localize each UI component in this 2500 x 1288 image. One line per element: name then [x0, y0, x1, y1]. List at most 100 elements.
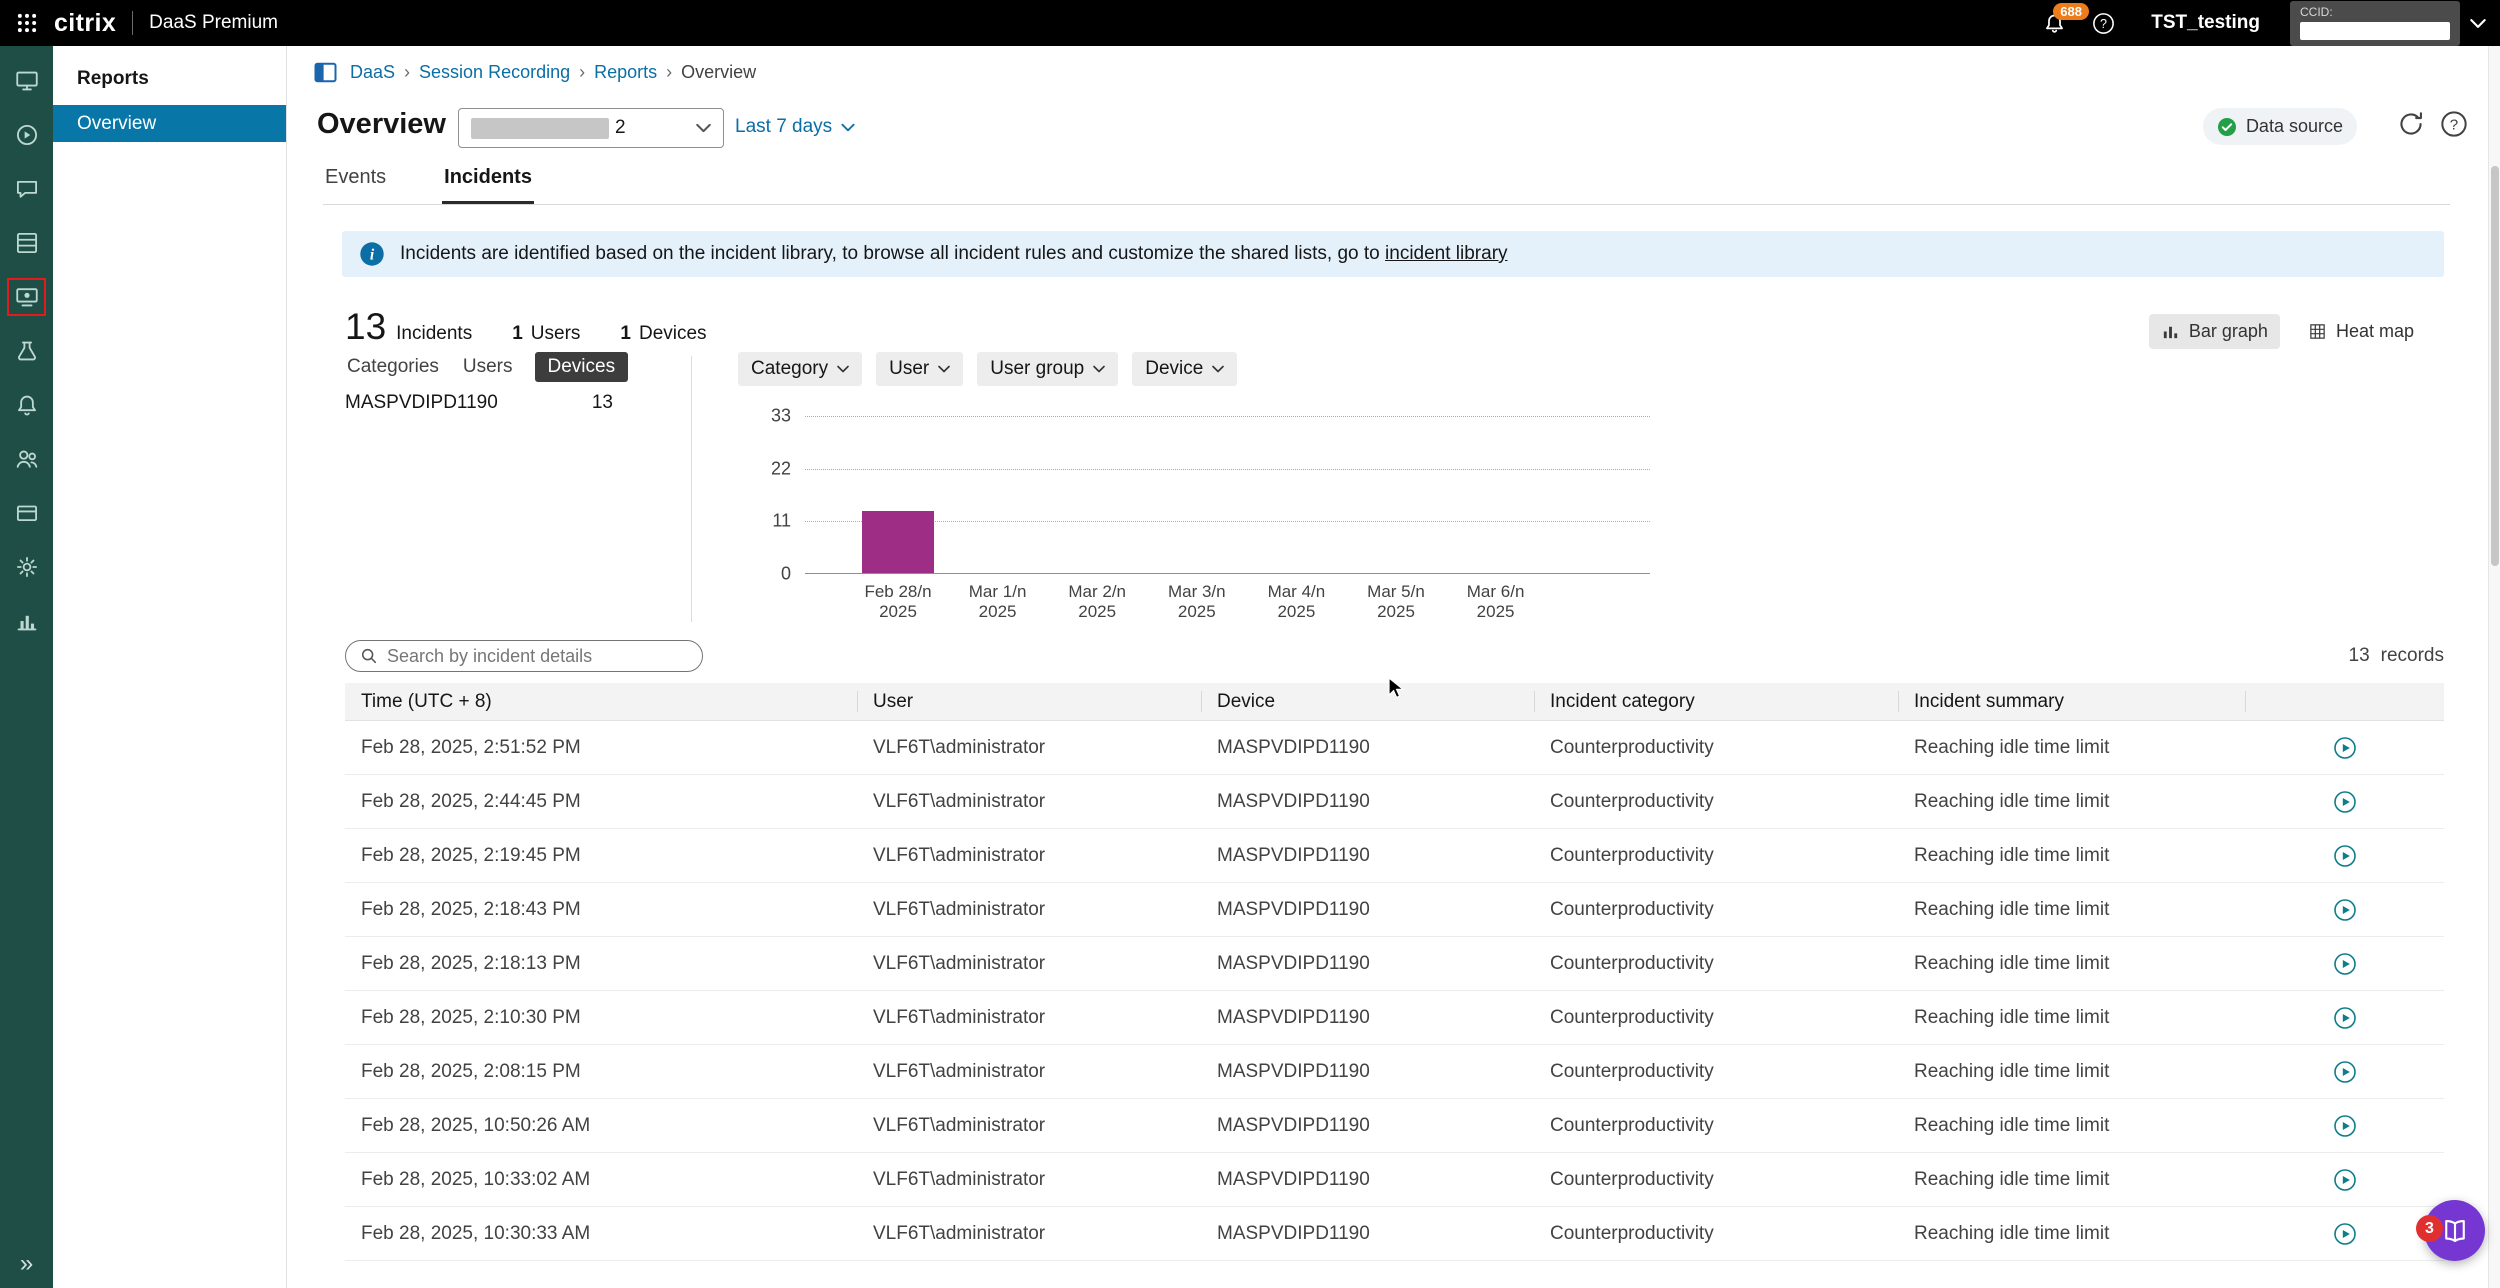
play-recording-button[interactable] — [2245, 790, 2444, 814]
play-recording-button[interactable] — [2245, 1222, 2444, 1246]
identity-icon[interactable] — [0, 432, 53, 486]
breakdown-tab-categories[interactable]: Categories — [345, 352, 441, 382]
table-row: Feb 28, 2025, 2:08:15 PMVLF6T\administra… — [345, 1045, 2444, 1099]
chart-bar[interactable] — [862, 511, 934, 573]
play-recording-button[interactable] — [2245, 1006, 2444, 1030]
cell-time: Feb 28, 2025, 10:50:26 AM — [345, 1115, 857, 1137]
col-device[interactable]: Device — [1201, 683, 1534, 720]
settings-icon[interactable] — [0, 540, 53, 594]
data-source-button[interactable]: Data source — [2203, 108, 2357, 145]
devices-label: Devices — [639, 323, 707, 345]
deploy-icon[interactable] — [0, 108, 53, 162]
incidents-count: 13 — [345, 306, 386, 348]
filter-label: Category — [751, 358, 828, 380]
session-recording-icon[interactable] — [0, 270, 53, 324]
cell-user: VLF6T\administrator — [857, 899, 1201, 921]
analytics-icon[interactable] — [0, 594, 53, 648]
table-row: Feb 28, 2025, 2:18:13 PMVLF6T\administra… — [345, 937, 2444, 991]
notifications-bell-icon[interactable]: 688 — [2043, 12, 2066, 35]
page-help-icon[interactable]: ? — [2440, 110, 2468, 138]
cell-user: VLF6T\administrator — [857, 1061, 1201, 1083]
breadcrumb-item-overview: Overview — [681, 62, 756, 83]
labs-icon[interactable] — [0, 324, 53, 378]
sidebar-item-overview[interactable]: Overview — [53, 105, 286, 142]
breadcrumb-separator: › — [404, 62, 410, 83]
breadcrumb-separator: › — [666, 62, 672, 83]
col-time[interactable]: Time (UTC + 8) — [345, 683, 857, 720]
bar-graph-label: Bar graph — [2189, 321, 2268, 342]
filter-device-dropdown[interactable]: Device — [1132, 352, 1237, 386]
chart-x-tick: Mar 2/n2025 — [1042, 582, 1152, 622]
filter-category-dropdown[interactable]: Category — [738, 352, 862, 386]
play-recording-button[interactable] — [2245, 1060, 2444, 1084]
notifications-icon[interactable] — [0, 378, 53, 432]
app-grid-icon[interactable] — [16, 12, 38, 34]
filter-user-group-dropdown[interactable]: User group — [977, 352, 1118, 386]
play-recording-button[interactable] — [2245, 844, 2444, 868]
chart-x-tick: Feb 28/n2025 — [843, 582, 953, 622]
incidents-chart: 3322110Feb 28/n2025Mar 1/n2025Mar 2/n202… — [805, 416, 1650, 651]
breakdown-tab-devices[interactable]: Devices — [535, 352, 629, 382]
incident-library-link[interactable]: incident library — [1385, 243, 1508, 264]
scrollbar-thumb[interactable] — [2491, 166, 2499, 566]
help-icon[interactable]: ? — [2092, 12, 2115, 35]
cell-category: Counterproductivity — [1534, 899, 1898, 921]
site-select-dropdown[interactable]: 2 — [458, 108, 724, 148]
table-row: Feb 28, 2025, 2:19:45 PMVLF6T\administra… — [345, 829, 2444, 883]
sidebar: Reports Overview — [53, 46, 287, 1288]
svg-text:?: ? — [2450, 116, 2458, 133]
heat-map-button[interactable]: Heat map — [2296, 314, 2426, 349]
date-range-label: Last 7 days — [735, 116, 832, 138]
panel-toggle-icon[interactable] — [313, 60, 338, 85]
breadcrumb-item-reports[interactable]: Reports — [594, 62, 657, 83]
cell-summary: Reaching idle time limit — [1898, 737, 2245, 759]
play-recording-button[interactable] — [2245, 1114, 2444, 1138]
product-name: DaaS Premium — [149, 12, 278, 34]
bar-graph-button[interactable]: Bar graph — [2149, 314, 2280, 349]
chart-y-tick: 0 — [781, 564, 791, 585]
assistant-fab-button[interactable]: 3 — [2424, 1200, 2485, 1261]
search-icon — [360, 647, 378, 665]
records-count: 13 records — [2349, 645, 2445, 667]
tab-incidents[interactable]: Incidents — [442, 164, 534, 204]
col-category[interactable]: Incident category — [1534, 683, 1898, 720]
cell-user: VLF6T\administrator — [857, 1169, 1201, 1191]
play-recording-button[interactable] — [2245, 952, 2444, 976]
chart-gridline — [805, 416, 1650, 417]
cell-time: Feb 28, 2025, 2:10:30 PM — [345, 1007, 857, 1029]
breakdown-row[interactable]: MASPVDIPD119013 — [345, 388, 613, 418]
breadcrumb-item-daas[interactable]: DaaS — [350, 62, 395, 83]
ccid-value-redacted — [2300, 22, 2450, 40]
cell-user: VLF6T\administrator — [857, 1223, 1201, 1245]
ccid-label: CCID: — [2300, 5, 2450, 19]
chevron-down-icon[interactable] — [2470, 18, 2486, 29]
licensing-icon[interactable] — [0, 486, 53, 540]
tab-events[interactable]: Events — [323, 164, 388, 204]
expand-rail-icon[interactable]: » — [20, 1252, 33, 1276]
breakdown-tab-users[interactable]: Users — [461, 352, 515, 382]
col-summary[interactable]: Incident summary — [1898, 683, 2245, 720]
cell-user: VLF6T\administrator — [857, 845, 1201, 867]
chart-plot: 3322110Feb 28/n2025Mar 1/n2025Mar 2/n202… — [805, 416, 1650, 574]
play-recording-button[interactable] — [2245, 736, 2444, 760]
play-recording-button[interactable] — [2245, 1168, 2444, 1192]
search-input[interactable] — [387, 646, 688, 667]
filter-user-dropdown[interactable]: User — [876, 352, 963, 386]
home-icon[interactable] — [0, 54, 53, 108]
incidents-table: Time (UTC + 8) User Device Incident cate… — [345, 683, 2444, 1261]
breadcrumb-item-session-recording[interactable]: Session Recording — [419, 62, 570, 83]
col-user[interactable]: User — [857, 683, 1201, 720]
cell-category: Counterproductivity — [1534, 1007, 1898, 1029]
refresh-icon[interactable] — [2397, 110, 2425, 138]
play-recording-button[interactable] — [2245, 898, 2444, 922]
library-icon[interactable] — [0, 216, 53, 270]
tenant-name[interactable]: TST_testing — [2151, 12, 2260, 34]
cell-time: Feb 28, 2025, 2:19:45 PM — [345, 845, 857, 867]
chat-icon[interactable] — [0, 162, 53, 216]
breadcrumb-separator: › — [579, 62, 585, 83]
ccid-panel: CCID: — [2290, 1, 2460, 46]
info-icon: i — [359, 241, 385, 267]
cell-user: VLF6T\administrator — [857, 791, 1201, 813]
cell-time: Feb 28, 2025, 2:08:15 PM — [345, 1061, 857, 1083]
date-range-dropdown[interactable]: Last 7 days — [735, 116, 855, 138]
